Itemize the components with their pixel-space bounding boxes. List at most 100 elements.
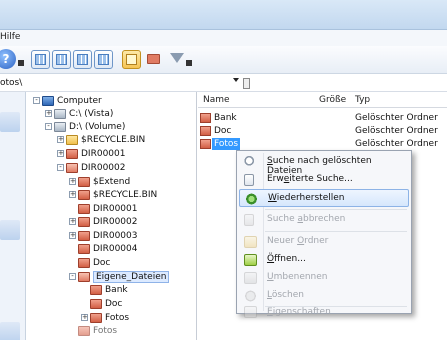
computer-icon: [42, 95, 54, 106]
menu-item-label: Neuer Ordner: [267, 236, 329, 246]
menu-item-label: Eigenschaften: [267, 307, 331, 317]
view-list-button[interactable]: [52, 50, 71, 69]
column-header-size[interactable]: Größe: [319, 95, 346, 105]
view-small-icons-button[interactable]: [73, 50, 92, 69]
help-icon[interactable]: ?: [0, 49, 16, 69]
folder-red-open-icon: [78, 271, 90, 282]
expand-icon[interactable]: +: [57, 150, 64, 157]
view-details-button[interactable]: [31, 50, 50, 69]
view-large-icons-button[interactable]: [94, 50, 113, 69]
menu-item-label: Öffnen...: [267, 254, 306, 264]
menu-item-label: Umbenennen: [267, 272, 328, 282]
folder-red-icon: [90, 312, 102, 323]
tree-node[interactable]: DIR00001: [78, 203, 137, 215]
tree-node[interactable]: + C:\ (Vista): [45, 108, 113, 120]
tree-node[interactable]: - Eigene_Dateien: [69, 271, 170, 283]
collapse-icon[interactable]: -: [57, 164, 64, 171]
expand-icon[interactable]: +: [45, 110, 52, 117]
menu-item-search-deleted[interactable]: Suche nach gelöschten Dateien: [239, 153, 409, 176]
filter-button[interactable]: [168, 50, 187, 69]
tree-node[interactable]: - D:\ (Volume): [45, 121, 125, 133]
path-input[interactable]: otos\: [0, 78, 232, 90]
collapse-icon[interactable]: -: [45, 123, 52, 130]
folder-red-icon: [66, 148, 78, 159]
folder-red-icon: [90, 284, 102, 295]
menu-item-new-folder[interactable]: Neuer Ordner: [239, 233, 409, 251]
filter-dropdown-arrow-icon[interactable]: [186, 60, 192, 66]
drive-icon: [54, 121, 66, 132]
context-menu: Suche nach gelöschten Dateien Erweiterte…: [236, 150, 412, 318]
drive-icon: [54, 108, 66, 119]
grid-icon: [35, 54, 46, 65]
folder-yellow-icon: [66, 134, 78, 145]
expand-icon[interactable]: +: [69, 218, 76, 225]
grid-icon: [56, 54, 67, 65]
help-dropdown-arrow-icon[interactable]: [18, 60, 24, 66]
path-dropdown-icon[interactable]: [233, 78, 239, 82]
menu-item-label: Erweiterte Suche...: [267, 174, 353, 184]
list-header: Name Größe Typ: [198, 92, 447, 108]
menu-item-open[interactable]: Öffnen...: [239, 251, 409, 269]
tree-node[interactable]: + $RECYCLE.BIN: [57, 134, 145, 146]
folder-red-icon: [200, 126, 211, 136]
tree-node[interactable]: + $RECYCLE.BIN: [69, 189, 157, 201]
menu-item-label: Suche abbrechen: [267, 214, 346, 224]
folder-red-icon: [90, 298, 102, 309]
restore-icon: [245, 193, 258, 205]
tree-node[interactable]: + Fotos: [81, 312, 129, 324]
expand-icon[interactable]: +: [81, 314, 88, 321]
column-header-type[interactable]: Typ: [355, 95, 370, 105]
menu-item-cancel-search[interactable]: Suche abbrechen: [239, 211, 409, 229]
collapse-icon[interactable]: -: [69, 273, 76, 280]
menu-item-properties[interactable]: Eigenschaften: [239, 296, 409, 318]
document-icon: [244, 174, 254, 186]
list-item[interactable]: Doc Gelöschter Ordner: [198, 125, 447, 137]
tree-node[interactable]: - DIR00002: [57, 162, 125, 174]
window-titlebar: [0, 0, 447, 30]
new-folder-icon: [244, 236, 257, 248]
path-bar: otos\: [0, 75, 447, 92]
side-panel: [0, 92, 26, 340]
menu-item-restore[interactable]: Wiederherstellen: [239, 189, 409, 207]
path-history-button[interactable]: [243, 78, 250, 89]
side-tile[interactable]: [0, 112, 20, 132]
filter-icon: [170, 53, 184, 63]
expand-icon[interactable]: +: [57, 136, 64, 143]
tree-node[interactable]: Doc: [90, 298, 122, 310]
expand-icon[interactable]: +: [69, 232, 76, 239]
tree-node[interactable]: + DIR00002: [69, 216, 137, 228]
list-item[interactable]: Bank Gelöschter Ordner: [198, 112, 447, 124]
tree-node[interactable]: - Computer: [33, 95, 102, 107]
expand-icon[interactable]: +: [69, 191, 76, 198]
tree-node[interactable]: Doc: [78, 257, 110, 269]
folder-red-icon: [78, 216, 90, 227]
folder-red-icon: [78, 257, 90, 268]
properties-icon: [244, 306, 257, 318]
expand-icon[interactable]: +: [69, 178, 76, 185]
tree-node[interactable]: DIR00004: [78, 243, 137, 255]
folder-red-icon: [78, 230, 90, 241]
folder-tool-button[interactable]: [144, 50, 163, 69]
tree-node[interactable]: Fotos: [78, 325, 117, 337]
grid-icon: [98, 54, 109, 65]
list-item[interactable]: Fotos Gelöschter Ordner: [198, 138, 447, 150]
view-preview-button[interactable]: [122, 50, 141, 69]
menu-help[interactable]: Hilfe: [0, 32, 20, 42]
menubar: Hilfe: [0, 30, 447, 46]
side-tile[interactable]: [0, 220, 20, 240]
side-tile[interactable]: [0, 322, 20, 340]
collapse-icon[interactable]: -: [33, 97, 40, 104]
folder-red-icon: [78, 176, 90, 187]
menu-item-advanced-search[interactable]: Erweiterte Suche...: [239, 171, 409, 189]
tree-node[interactable]: + DIR00001: [57, 148, 125, 160]
stop-icon: [244, 214, 254, 226]
tree-node[interactable]: + DIR00003: [69, 230, 137, 242]
tree-node[interactable]: + $Extend: [69, 176, 130, 188]
menu-item-rename[interactable]: Umbenennen: [239, 269, 409, 287]
grid-icon: [77, 54, 88, 65]
tree-node[interactable]: Bank: [90, 284, 128, 296]
panel-icon: [126, 54, 137, 65]
search-icon: [244, 156, 257, 168]
folder-red-icon: [78, 243, 90, 254]
column-header-name[interactable]: Name: [203, 95, 230, 105]
